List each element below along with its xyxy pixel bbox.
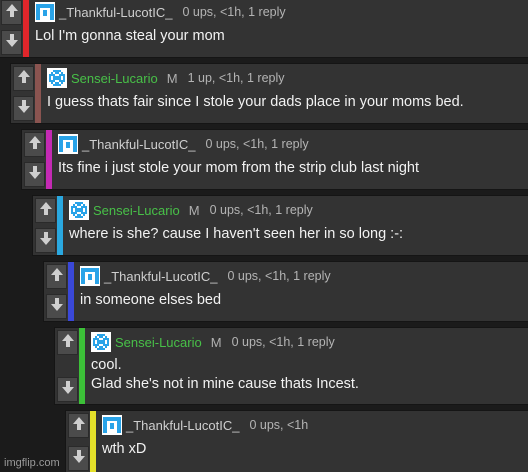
comment-meta: 0 ups, <1h, 1 reply xyxy=(205,137,309,151)
comment-text-line: where is she? cause I haven't seen her i… xyxy=(69,226,404,242)
comment-meta: 1 up, <1h, 1 reply xyxy=(187,71,285,85)
comment-meta: 0 ups, <1h, 1 reply xyxy=(209,203,313,217)
comment-content: Sensei-Lucario M 0 ups, <1h, 1 reply where … xyxy=(63,196,528,255)
comment-text-line: wth xD xyxy=(102,441,147,457)
downvote-button[interactable] xyxy=(35,228,56,253)
comment-meta: 0 ups, <1h, 1 reply xyxy=(227,269,331,283)
arrow-up-icon xyxy=(50,267,63,286)
arrow-down-icon xyxy=(72,449,85,468)
mod-badge: M xyxy=(188,202,200,218)
arrow-down-icon xyxy=(28,165,41,184)
imgflip-watermark: imgflip.com xyxy=(4,457,60,469)
upvote-button[interactable] xyxy=(35,198,56,223)
flag-avatar-icon[interactable] xyxy=(80,266,100,286)
arrow-up-icon xyxy=(17,69,30,88)
arrow-up-icon xyxy=(28,135,41,154)
mod-badge: M xyxy=(210,334,222,350)
comment-body: wth xD xyxy=(102,440,528,459)
upvote-button[interactable] xyxy=(1,0,22,25)
comment-body: Its fine i just stole your mom from the … xyxy=(58,159,528,178)
comment: Sensei-Lucario M 1 up, <1h, 1 reply I guess… xyxy=(10,63,528,124)
username-link[interactable]: _Thankful-LucotIC_ xyxy=(82,137,195,152)
comment-content: _Thankful-LucotIC_ 0 ups, <1h wth xD xyxy=(96,411,528,472)
arrow-up-icon xyxy=(72,416,85,435)
comment-header: _Thankful-LucotIC_ 0 ups, <1h xyxy=(102,414,528,436)
comment-meta: 0 ups, <1h xyxy=(249,418,309,432)
comment-body: in someone elses bed xyxy=(80,291,528,310)
vote-controls xyxy=(0,0,23,57)
downvote-button[interactable] xyxy=(13,96,34,121)
arrow-down-icon xyxy=(50,297,63,316)
flag-avatar-icon[interactable] xyxy=(35,2,55,22)
comment: _Thankful-LucotIC_ 0 ups, <1h, 1 reply Its… xyxy=(21,129,528,190)
comment-text-line: Glad she's not in mine cause thats Inces… xyxy=(91,376,359,392)
username-link[interactable]: _Thankful-LucotIC_ xyxy=(59,5,172,20)
comment-body: Lol I'm gonna steal your mom xyxy=(35,27,528,46)
arrow-down-icon xyxy=(5,33,18,52)
comment-header: Sensei-Lucario M 0 ups, <1h, 1 reply xyxy=(69,199,528,221)
downvote-button[interactable] xyxy=(1,30,22,55)
comment-header: _Thankful-LucotIC_ 0 ups, <1h, 1 reply xyxy=(80,265,528,287)
comment-body: cool. Glad she's not in mine cause thats … xyxy=(91,356,528,394)
comment-body: where is she? cause I haven't seen her i… xyxy=(69,225,528,244)
arrow-down-icon xyxy=(17,99,30,118)
comment-text-line: Lol I'm gonna steal your mom xyxy=(35,28,225,44)
comment-meta: 0 ups, <1h, 1 reply xyxy=(231,335,335,349)
mod-badge: M xyxy=(166,70,178,86)
username-link[interactable]: _Thankful-LucotIC_ xyxy=(126,418,239,433)
arrow-up-icon xyxy=(39,201,52,220)
comment-content: _Thankful-LucotIC_ 0 ups, <1h, 1 reply Its… xyxy=(52,130,528,189)
flag-avatar-icon[interactable] xyxy=(102,415,122,435)
upvote-button[interactable] xyxy=(13,66,34,91)
username-link[interactable]: Sensei-Lucario xyxy=(71,71,158,86)
comment-content: _Thankful-LucotIC_ 0 ups, <1h, 1 reply Lol… xyxy=(29,0,528,57)
comment-content: Sensei-Lucario M 1 up, <1h, 1 reply I guess… xyxy=(41,64,528,123)
comment-content: Sensei-Lucario M 0 ups, <1h, 1 reply cool. G… xyxy=(85,328,528,404)
comment-text-line: cool. xyxy=(91,357,122,373)
comment-content: _Thankful-LucotIC_ 0 ups, <1h, 1 reply in … xyxy=(74,262,528,321)
downvote-button[interactable] xyxy=(68,446,89,471)
comment: _Thankful-LucotIC_ 0 ups, <1h wth xD xyxy=(65,410,528,472)
arrow-up-icon xyxy=(5,3,18,22)
comment-header: _Thankful-LucotIC_ 0 ups, <1h, 1 reply xyxy=(58,133,528,155)
username-link[interactable]: Sensei-Lucario xyxy=(93,203,180,218)
upvote-button[interactable] xyxy=(24,132,45,157)
flag-avatar-icon[interactable] xyxy=(58,134,78,154)
checker-avatar-icon[interactable] xyxy=(47,68,67,88)
comment-text-line: in someone elses bed xyxy=(80,292,222,308)
comment: Sensei-Lucario M 0 ups, <1h, 1 reply where … xyxy=(32,195,528,256)
arrow-down-icon xyxy=(39,231,52,250)
vote-controls xyxy=(55,328,79,404)
upvote-button[interactable] xyxy=(68,413,89,438)
username-link[interactable]: _Thankful-LucotIC_ xyxy=(104,269,217,284)
vote-controls xyxy=(22,130,46,189)
downvote-button[interactable] xyxy=(46,294,67,319)
arrow-up-icon xyxy=(61,333,74,352)
vote-controls xyxy=(44,262,68,321)
checker-avatar-icon[interactable] xyxy=(91,332,111,352)
vote-controls xyxy=(11,64,35,123)
comment-header: Sensei-Lucario M 0 ups, <1h, 1 reply xyxy=(91,331,528,353)
vote-controls xyxy=(33,196,57,255)
username-link[interactable]: Sensei-Lucario xyxy=(115,335,202,350)
comment-text-line: I guess thats fair since I stole your da… xyxy=(47,94,464,110)
downvote-button[interactable] xyxy=(57,377,78,402)
upvote-button[interactable] xyxy=(46,264,67,289)
comment: _Thankful-LucotIC_ 0 ups, <1h, 1 reply in … xyxy=(43,261,528,322)
comment: _Thankful-LucotIC_ 0 ups, <1h, 1 reply Lol… xyxy=(0,0,528,58)
comment: Sensei-Lucario M 0 ups, <1h, 1 reply cool. G… xyxy=(54,327,528,405)
comment-text-line: Its fine i just stole your mom from the … xyxy=(58,160,420,176)
vote-controls xyxy=(66,411,90,472)
upvote-button[interactable] xyxy=(57,330,78,355)
comment-meta: 0 ups, <1h, 1 reply xyxy=(182,5,286,19)
arrow-down-icon xyxy=(61,380,74,399)
comment-body: I guess thats fair since I stole your da… xyxy=(47,93,528,112)
comment-header: Sensei-Lucario M 1 up, <1h, 1 reply xyxy=(47,67,528,89)
downvote-button[interactable] xyxy=(24,162,45,187)
comment-header: _Thankful-LucotIC_ 0 ups, <1h, 1 reply xyxy=(35,1,528,23)
checker-avatar-icon[interactable] xyxy=(69,200,89,220)
